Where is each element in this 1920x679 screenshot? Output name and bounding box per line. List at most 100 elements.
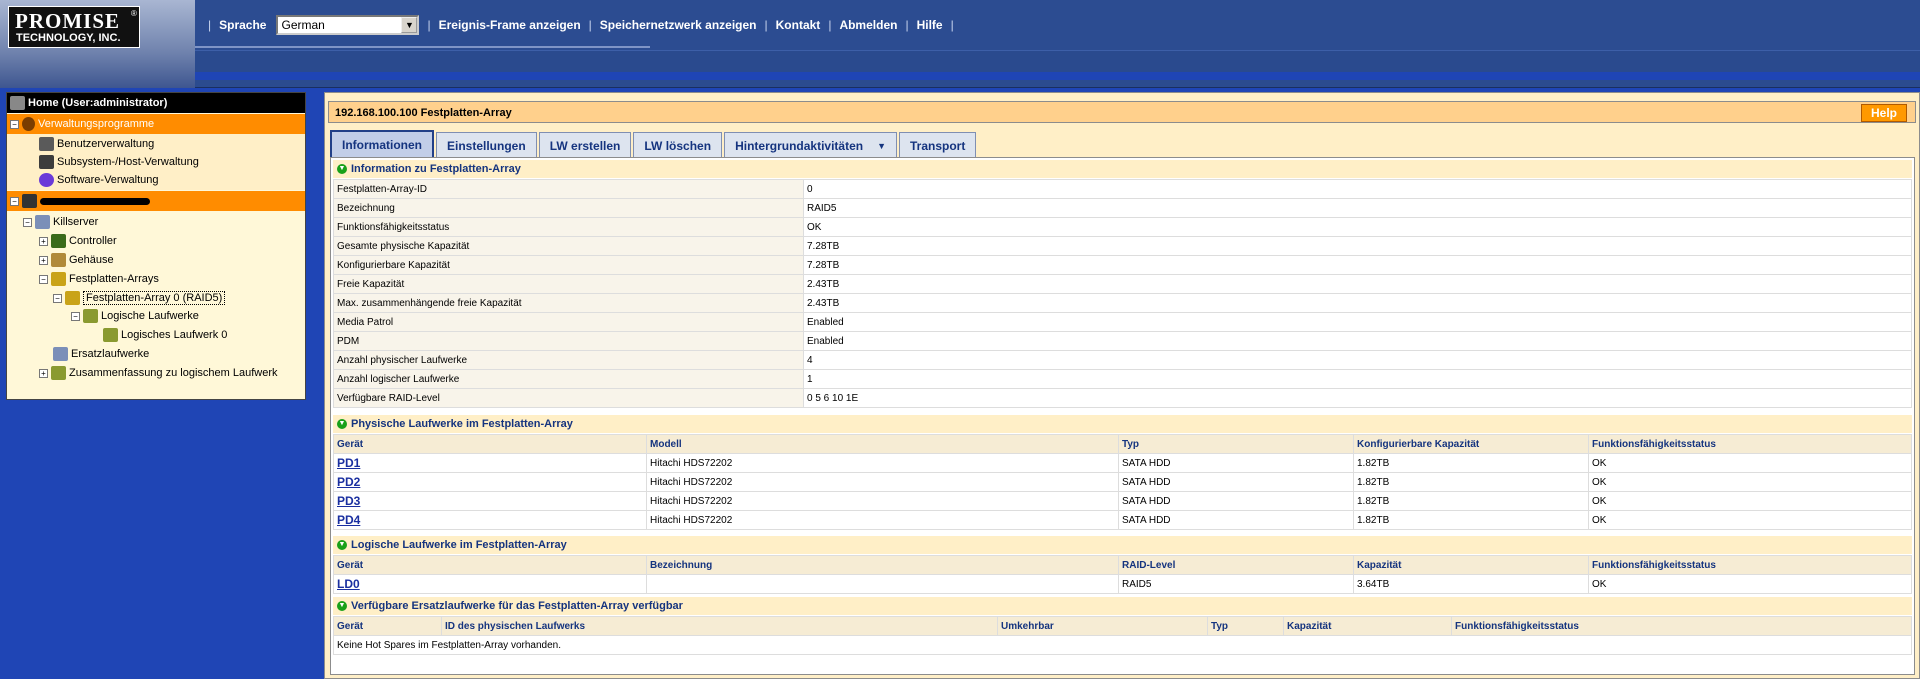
info-value: 7.28TB: [803, 255, 1912, 275]
table-cell: 1.82TB: [1353, 472, 1589, 492]
tree-item-label: Logische Laufwerke: [101, 310, 199, 322]
table-cell: OK: [1588, 491, 1912, 511]
table-row: PD4 Hitachi HDS72202 SATA HDD 1.82TB OK: [333, 510, 1912, 530]
tree-item-label: Subsystem-/Host-Verwaltung: [57, 156, 199, 168]
logical-drives-body: LD0 RAID5 3.64TB OK: [333, 574, 1912, 594]
device-link[interactable]: PD4: [337, 513, 360, 527]
tree-item-array-0[interactable]: − Festplatten-Array 0 (RAID5): [53, 289, 226, 307]
section-header-physical-drives[interactable]: ▼ Physische Laufwerke im Festplatten-Arr…: [333, 415, 1912, 433]
table-row: PD2 Hitachi HDS72202 SATA HDD 1.82TB OK: [333, 472, 1912, 492]
home-computer-icon: [10, 96, 25, 110]
info-value: 2.43TB: [803, 274, 1912, 294]
collapse-icon[interactable]: −: [53, 293, 62, 303]
language-select-value: German: [281, 18, 325, 32]
logical-drives-icon: [83, 309, 98, 323]
info-value: RAID5: [803, 198, 1912, 218]
device-link[interactable]: LD0: [337, 577, 360, 591]
controller-icon: [51, 234, 66, 248]
table-cell: Hitachi HDS72202: [646, 453, 1119, 473]
tree-item-label: Festplatten-Array 0 (RAID5): [83, 291, 226, 305]
info-label: Festplatten-Array-ID: [333, 179, 804, 199]
expand-icon[interactable]: +: [39, 255, 48, 265]
info-label: Verfügbare RAID-Level: [333, 388, 804, 408]
help-button[interactable]: Help: [1861, 104, 1907, 122]
table-cell: 1.82TB: [1353, 510, 1589, 530]
nav-separator: |: [905, 18, 909, 32]
chevron-down-icon[interactable]: ▼: [401, 17, 418, 33]
tree-item-user-management[interactable]: Benutzerverwaltung: [39, 135, 154, 153]
info-label: Anzahl physischer Laufwerke: [333, 350, 804, 370]
info-value: 1: [803, 369, 1912, 389]
table-cell: OK: [1588, 574, 1912, 594]
info-value: 0 5 6 10 1E: [803, 388, 1912, 408]
section-title: Verfügbare Ersatzlaufwerke für das Festp…: [351, 600, 683, 612]
collapse-section-icon[interactable]: ▼: [337, 540, 347, 550]
tab-transport[interactable]: Transport: [899, 132, 977, 158]
tree-admin-tools-node[interactable]: − Verwaltungsprogramme: [7, 114, 305, 134]
tree-item-label: Benutzerverwaltung: [57, 138, 155, 150]
section-title: Logische Laufwerke im Festplatten-Array: [351, 539, 567, 551]
device-link[interactable]: PD1: [337, 456, 360, 470]
summary-icon: [51, 366, 66, 380]
software-gears-icon: [39, 173, 54, 187]
section-header-spares[interactable]: ▼ Verfügbare Ersatzlaufwerke für das Fes…: [333, 597, 1912, 615]
collapse-section-icon[interactable]: ▼: [337, 419, 347, 429]
tab-delete-ld[interactable]: LW löschen: [633, 132, 723, 158]
device-link[interactable]: PD2: [337, 475, 360, 489]
tree-host-node[interactable]: −: [7, 191, 305, 211]
tab-information[interactable]: Informationen: [330, 130, 434, 158]
info-value: Enabled: [803, 331, 1912, 351]
nav-link-storage-network[interactable]: Speichernetzwerk anzeigen: [600, 18, 757, 32]
table-cell: OK: [1588, 510, 1912, 530]
logo-registered-mark: ®: [131, 9, 137, 18]
column-header: Funktionsfähigkeitsstatus: [1588, 434, 1912, 454]
table-cell: PD1: [333, 453, 647, 473]
tree-item-ld-summary[interactable]: + Zusammenfassung zu logischem Laufwerk: [39, 364, 277, 382]
tab-settings[interactable]: Einstellungen: [436, 132, 537, 158]
device-link[interactable]: PD3: [337, 494, 360, 508]
table-cell: 1.82TB: [1353, 491, 1589, 511]
section-title: Physische Laufwerke im Festplatten-Array: [351, 418, 573, 430]
tab-create-ld[interactable]: LW erstellen: [538, 132, 632, 158]
section-header-info[interactable]: ▼ Information zu Festplatten-Array: [333, 160, 1912, 178]
nav-separator: |: [588, 18, 592, 32]
tree-item-subsystem-host[interactable]: Subsystem-/Host-Verwaltung: [39, 153, 199, 171]
info-value: 4: [803, 350, 1912, 370]
collapse-icon[interactable]: −: [10, 196, 19, 206]
logo-area: PROMISE ® TECHNOLOGY, INC.: [0, 0, 195, 88]
info-value: Enabled: [803, 312, 1912, 332]
page-title: 192.168.100.100 Festplatten-Array: [335, 107, 512, 119]
section-header-logical-drives[interactable]: ▼ Logische Laufwerke im Festplatten-Arra…: [333, 536, 1912, 554]
info-value: 7.28TB: [803, 236, 1912, 256]
table-cell: OK: [1588, 472, 1912, 492]
tree-item-logical-drive-0[interactable]: Logisches Laufwerk 0: [103, 326, 227, 344]
tree-item-logical-drives[interactable]: − Logische Laufwerke: [71, 307, 199, 325]
tree-item-enclosure[interactable]: + Gehäuse: [39, 251, 114, 269]
nav-link-logout[interactable]: Abmelden: [839, 18, 897, 32]
collapse-section-icon[interactable]: ▼: [337, 601, 347, 611]
page-title-bar: 192.168.100.100 Festplatten-Array Help: [328, 101, 1916, 123]
tab-label: Hintergrundaktivitäten: [735, 138, 864, 153]
tree-item-arrays[interactable]: − Festplatten-Arrays: [39, 270, 159, 288]
nav-link-contact[interactable]: Kontakt: [776, 18, 821, 32]
language-select[interactable]: German ▼: [276, 15, 420, 35]
tree-item-server[interactable]: − Killserver: [23, 213, 98, 231]
expand-icon[interactable]: +: [39, 236, 48, 246]
nav-link-help[interactable]: Hilfe: [917, 18, 943, 32]
main-panel: 192.168.100.100 Festplatten-Array Help I…: [316, 88, 1920, 679]
collapse-icon[interactable]: −: [23, 217, 32, 227]
promise-logo: PROMISE ® TECHNOLOGY, INC.: [8, 6, 140, 48]
collapse-icon[interactable]: −: [39, 274, 48, 284]
tree-item-controller[interactable]: + Controller: [39, 232, 117, 250]
tree-item-spares[interactable]: Ersatzlaufwerke: [53, 345, 149, 363]
expand-icon[interactable]: +: [39, 368, 48, 378]
table-row: Gesamte physische Kapazität 7.28TB: [333, 236, 1912, 256]
tree-home-node[interactable]: Home (User:administrator): [7, 93, 305, 113]
info-label: PDM: [333, 331, 804, 351]
tab-background-activities[interactable]: Hintergrundaktivitäten ▼: [724, 132, 897, 158]
tree-item-software[interactable]: Software-Verwaltung: [39, 171, 159, 189]
collapse-icon[interactable]: −: [10, 119, 19, 129]
collapse-icon[interactable]: −: [71, 311, 80, 321]
collapse-section-icon[interactable]: ▼: [337, 164, 347, 174]
nav-link-event-frame[interactable]: Ereignis-Frame anzeigen: [439, 18, 581, 32]
